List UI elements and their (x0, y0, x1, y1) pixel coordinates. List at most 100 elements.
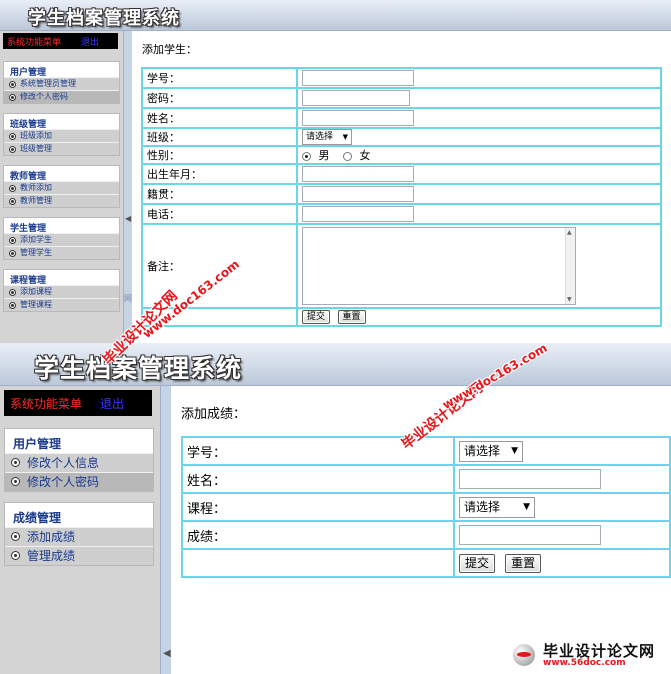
sidebar-item-student-manage[interactable]: 管理学生 (4, 246, 119, 259)
chevron-down-icon: ▼ (511, 445, 518, 456)
group-title: 成绩管理 (13, 511, 62, 525)
gender-female-label: 女 (359, 149, 371, 162)
group-title: 用户管理 (10, 68, 47, 78)
app-title: 学生档案管理系统 (34, 354, 243, 383)
sidebar-item-admin-manage[interactable]: 系统管理员管理 (4, 77, 119, 90)
sidebar-item-label: 教师添加 (20, 183, 52, 192)
course-select[interactable]: 请选择 ▼ (459, 496, 535, 518)
gender-female-radio[interactable] (343, 151, 352, 161)
student-id-label: 学号： (141, 67, 298, 89)
sidebar-splitter[interactable]: ◀ (160, 386, 171, 674)
page-title: 添加学生： (142, 43, 197, 56)
sidebar-item-class-manage[interactable]: 班级管理 (4, 142, 119, 155)
submit-button[interactable]: 提交 (459, 553, 496, 573)
bullet-icon (9, 94, 16, 101)
scroll-down-icon[interactable]: ▼ (567, 296, 572, 303)
class-select[interactable]: 请选择 ▼ (302, 129, 352, 145)
student-select[interactable]: 请选择 ▼ (459, 440, 523, 462)
sidebar-splitter[interactable]: ◀ 网 (123, 31, 132, 343)
name-label: 姓名： (141, 107, 298, 129)
collapse-arrow-icon[interactable]: ◀ (125, 214, 131, 223)
header-banner: 学生档案管理系统 (0, 0, 671, 31)
globe-icon (513, 644, 535, 666)
chevron-down-icon: ▼ (523, 501, 530, 512)
bullet-icon (9, 237, 16, 244)
footer-logo-url: www.56doc.com (543, 658, 626, 668)
sidebar-item-edit-info[interactable]: 修改个人信息 (5, 453, 153, 472)
score-form: 学号： 请选择 ▼ 姓名： 课程： 请选择 ▼ 成绩： 提交 重置 (181, 436, 671, 578)
sidebar-item-class-add[interactable]: 班级添加 (4, 129, 119, 142)
class-label: 班级： (141, 127, 298, 147)
sidebar: 系统功能菜单 退出 用户管理 系统管理员管理 修改个人密码 班级管理 班级添加 … (0, 31, 123, 343)
sidebar-item-teacher-add[interactable]: 教师添加 (4, 181, 119, 194)
course-select-value: 请选择 (464, 499, 501, 514)
remark-textarea[interactable]: ▲ ▼ (302, 227, 576, 305)
name-input[interactable] (302, 110, 414, 126)
birth-label: 出生年月： (141, 163, 298, 185)
sidebar-item-change-password[interactable]: 修改个人密码 (4, 90, 119, 103)
score-input[interactable] (459, 525, 601, 545)
group-title: 学生管理 (10, 224, 47, 234)
birth-input[interactable] (302, 166, 414, 182)
sidebar-item-course-manage[interactable]: 管理课程 (4, 298, 119, 311)
sidebar-item-label: 管理课程 (20, 300, 52, 309)
menu-group-class: 班级管理 班级添加 班级管理 (3, 113, 120, 156)
sidebar-item-score-add[interactable]: 添加成绩 (5, 527, 153, 546)
group-title: 班级管理 (10, 120, 47, 130)
gender-male-radio[interactable] (302, 151, 311, 161)
logout-link[interactable]: 退出 (81, 35, 99, 48)
sidebar-item-label: 添加课程 (20, 287, 52, 296)
bullet-icon (11, 551, 20, 560)
bullet-icon (9, 250, 16, 257)
sidebar-item-label: 系统管理员管理 (20, 79, 76, 88)
bullet-icon (9, 302, 16, 309)
sidebar-item-score-manage[interactable]: 管理成绩 (5, 546, 153, 565)
bullet-icon (11, 458, 20, 467)
native-input[interactable] (302, 186, 414, 202)
bullet-icon (9, 289, 16, 296)
menu-group-teacher: 教师管理 教师添加 教师管理 (3, 165, 120, 208)
bullet-icon (9, 133, 16, 140)
name-input[interactable] (459, 469, 601, 489)
student-form: 学号： 密码： 姓名： 班级： 请选择 ▼ 性别： 男 女 出生年月： 籍贯： … (141, 67, 662, 327)
app-title: 学生档案管理系统 (28, 8, 180, 29)
phone-input[interactable] (302, 206, 414, 222)
sidebar-item-student-add[interactable]: 添加学生 (4, 233, 119, 246)
gender-male-label: 男 (318, 149, 330, 162)
reset-button[interactable]: 重置 (337, 310, 366, 324)
scroll-up-icon[interactable]: ▲ (567, 229, 572, 236)
score-label: 成绩： (181, 520, 455, 550)
logout-link[interactable]: 退出 (100, 395, 124, 412)
bullet-icon (9, 198, 16, 205)
sidebar-item-label: 班级添加 (20, 131, 52, 140)
menu-group-student: 学生管理 添加学生 管理学生 (3, 217, 120, 260)
password-label: 密码： (141, 87, 298, 109)
bullet-icon (9, 185, 16, 192)
sidebar-item-label: 修改个人密码 (20, 92, 68, 101)
collapse-arrow-icon[interactable]: ◀ (163, 648, 171, 659)
gender-label: 性别： (141, 145, 298, 165)
group-title: 教师管理 (10, 172, 47, 182)
student-id-input[interactable] (302, 70, 414, 86)
sidebar-item-change-password[interactable]: 修改个人密码 (5, 472, 153, 491)
password-input[interactable] (302, 90, 410, 106)
bullet-icon (11, 532, 20, 541)
score-add-screen: 学生档案管理系统 系统功能菜单 退出 用户管理 修改个人信息 修改个人密码 成绩… (0, 343, 671, 674)
reset-button[interactable]: 重置 (505, 553, 542, 573)
menu-group-course: 课程管理 添加课程 管理课程 (3, 269, 120, 312)
group-title: 用户管理 (13, 437, 62, 451)
submit-button[interactable]: 提交 (302, 310, 331, 324)
textarea-scrollbar[interactable]: ▲ ▼ (565, 228, 575, 304)
sidebar-item-label: 修改个人密码 (27, 475, 100, 489)
bullet-icon (9, 81, 16, 88)
sidebar-item-course-add[interactable]: 添加课程 (4, 285, 119, 298)
sidebar-item-label: 班级管理 (20, 144, 52, 153)
native-label: 籍贯： (141, 183, 298, 205)
class-select-value: 请选择 (306, 132, 334, 142)
course-label: 课程： (181, 492, 455, 522)
menu-bar: 系统功能菜单 退出 (3, 33, 118, 49)
menu-group-score: 成绩管理 添加成绩 管理成绩 (4, 502, 154, 566)
sidebar-item-teacher-manage[interactable]: 教师管理 (4, 194, 119, 207)
menu-bar: 系统功能菜单 退出 (4, 390, 152, 416)
sidebar-item-label: 教师管理 (20, 196, 52, 205)
